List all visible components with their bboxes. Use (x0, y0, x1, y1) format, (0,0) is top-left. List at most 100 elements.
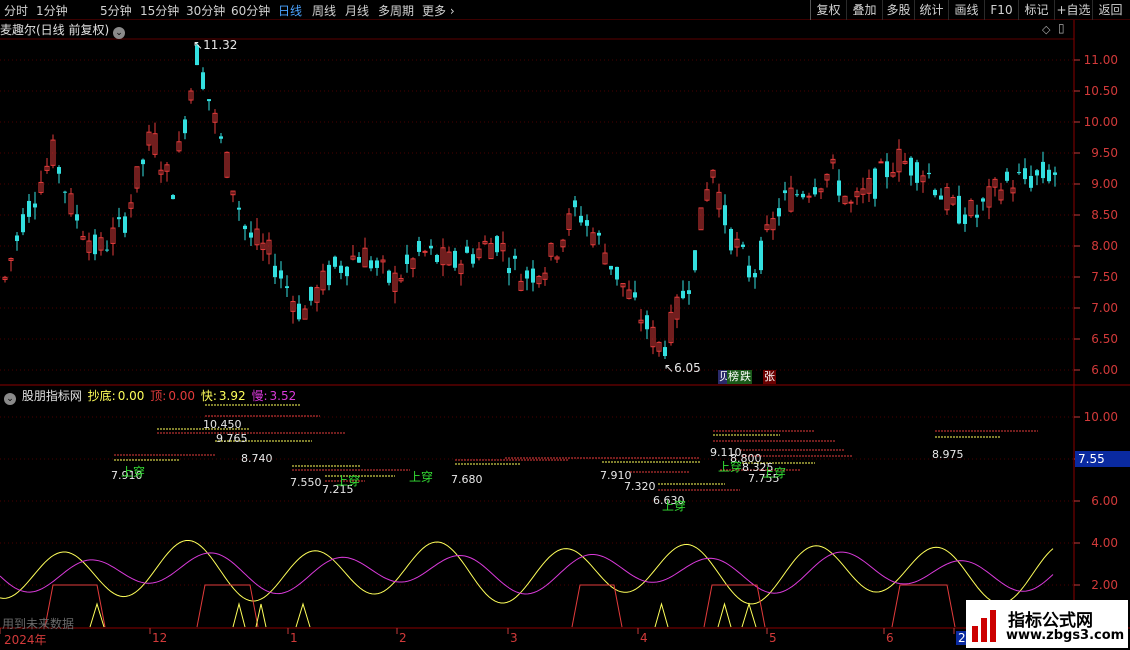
chaodi-value: 0.00 (117, 389, 145, 403)
price-tick: 6.00 (1091, 363, 1118, 377)
candle-body-down (507, 267, 511, 274)
candle-body-up (848, 201, 854, 204)
candle-body-down (405, 254, 409, 265)
candle-body-down (297, 303, 301, 320)
candle-body-down (429, 245, 433, 249)
cross-up-signal: 上穿 (336, 474, 361, 488)
candle-body-down (813, 187, 817, 195)
stock-title[interactable]: 麦趣尔(日线 前复权) (0, 23, 109, 37)
indicator-name[interactable]: 股朋指标网 (22, 389, 82, 403)
chart-canvas (0, 20, 1130, 634)
candle-body-down (249, 232, 253, 238)
ding-label: 顶: (150, 389, 167, 403)
man-line (0, 551, 1054, 595)
candle-body-down (21, 214, 25, 233)
x-axis-label: 2 (399, 631, 407, 645)
candle-body-down (597, 232, 601, 236)
chaodi-signal-spike (295, 602, 311, 628)
level-label: 10.450 (203, 418, 242, 431)
candle-body-down (837, 180, 841, 196)
price-tick: 9.00 (1091, 177, 1118, 191)
kuai-label: 快: (200, 389, 217, 403)
candle-body-down (909, 157, 913, 176)
future-data-note: 用到未来数据 (2, 617, 75, 631)
candle-body-down (927, 172, 931, 175)
chevron-down-icon[interactable]: ⌄ (113, 27, 126, 39)
candle-body-down (105, 249, 109, 251)
indicator-tick: 6.00 (1091, 494, 1118, 508)
candle-body-down (357, 257, 361, 263)
candle-body-down (495, 236, 499, 253)
chevron-down-icon[interactable]: ⌄ (4, 393, 16, 405)
chaodi-signal-spike (654, 602, 669, 628)
candle-body-down (939, 195, 943, 200)
candle-body-down (801, 193, 805, 198)
level-label: 9.765 (216, 432, 248, 445)
price-tick: 11.00 (1083, 53, 1118, 67)
candle-body-down (1047, 169, 1051, 182)
price-tick: 6.50 (1091, 332, 1118, 346)
candle-body-down (933, 189, 937, 196)
x-axis-label: 4 (640, 631, 648, 645)
candle-body-down (345, 266, 349, 277)
candle-body-down (207, 99, 211, 102)
badge-zhang[interactable]: 张 (763, 370, 776, 384)
candle-body-down (663, 347, 667, 357)
candle-body-down (693, 250, 697, 271)
candle-body-down (645, 315, 649, 330)
man-label: 慢: (251, 389, 268, 403)
level-label: 7.550 (290, 476, 322, 489)
low-price-value: 6.05 (674, 361, 701, 375)
candle-body-down (723, 205, 727, 226)
candle-body-down (531, 268, 535, 283)
candle-body-down (375, 260, 379, 268)
candle-body-up (878, 161, 884, 164)
diamond-icon[interactable]: ◇ (1042, 23, 1050, 36)
candle-body-down (465, 246, 469, 253)
candle-body-down (795, 194, 799, 196)
cross-up-signal: 上穿 (662, 499, 687, 513)
cross-up-signal: 上穿 (409, 470, 434, 484)
level-label: 7.680 (451, 473, 483, 486)
candle-body-down (57, 167, 61, 174)
candle-body-down (981, 198, 985, 202)
candle-body-down (75, 214, 79, 221)
candle-body-down (327, 264, 331, 286)
candle-body-down (885, 161, 889, 178)
candle-body-down (339, 265, 343, 273)
candle-body-down (273, 265, 277, 278)
price-tick: 7.00 (1091, 301, 1118, 315)
ding-value: 0.00 (168, 389, 196, 403)
candle-body-down (513, 255, 517, 259)
candle-body-down (333, 256, 337, 267)
candle-body-down (873, 168, 877, 199)
cross-up-signal: 上穿 (718, 460, 743, 474)
candle-body-down (1053, 172, 1057, 175)
badge-die[interactable]: 跌 (739, 370, 752, 384)
indicator-lines (0, 540, 1054, 628)
indicator-header: ⌄ 股朋指标网 抄底: 0.00 顶: 0.00 快: 3.92 慢: 3.52 (0, 387, 298, 405)
resize-icon[interactable]: ▯ (1058, 21, 1065, 35)
candle-body-down (579, 215, 583, 223)
indicator-tick: 10.00 (1083, 410, 1118, 424)
candle-body-down (915, 162, 919, 183)
candle-body-down (747, 265, 751, 278)
candle-body-down (783, 190, 787, 194)
candle-body-down (201, 72, 205, 89)
high-price-label: ↖11.32 (193, 38, 238, 52)
x-axis-label: 3 (510, 631, 518, 645)
level-label: 8.975 (932, 448, 964, 461)
level-label: 7.320 (624, 480, 656, 493)
candle-body-down (585, 220, 589, 226)
watermark-logo-icon (972, 610, 996, 642)
kuai-value: 3.92 (218, 389, 246, 403)
candle-body-down (1017, 172, 1021, 174)
ding-signal-shape (196, 584, 259, 628)
candle-body-down (435, 254, 439, 262)
candle-body-down (687, 290, 691, 294)
ding-signal-shape (891, 584, 956, 628)
candle-body-up (422, 250, 428, 253)
candle-body-down (633, 292, 637, 298)
candle-body-down (33, 203, 37, 208)
price-tick: 8.00 (1091, 239, 1118, 253)
